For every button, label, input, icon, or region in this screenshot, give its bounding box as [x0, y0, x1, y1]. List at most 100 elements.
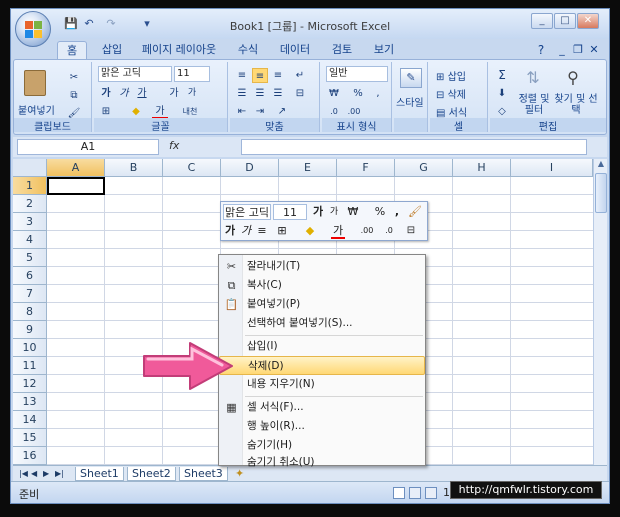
mini-comma-button[interactable]: ,: [391, 204, 403, 220]
increase-decimal-icon[interactable]: .0: [326, 104, 342, 119]
bold-button[interactable]: 가: [98, 86, 114, 101]
doc-close-button[interactable]: ✕: [587, 41, 601, 59]
sheet-nav-last[interactable]: ▶|: [51, 467, 68, 481]
close-button[interactable]: ✕: [577, 13, 599, 29]
cut-icon[interactable]: ✂: [66, 70, 82, 85]
mini-percent-button[interactable]: %: [373, 204, 387, 220]
page-layout-icon[interactable]: [409, 487, 421, 499]
clear-icon[interactable]: ◇: [494, 104, 510, 119]
font-name-combo[interactable]: 맑은 고딕: [98, 66, 172, 82]
selected-cell-a1[interactable]: [47, 177, 105, 195]
insert-sheet-icon[interactable]: ✦: [231, 467, 248, 481]
menu-item-paste[interactable]: 📋 붙여넣기(P): [219, 295, 425, 314]
format-cells-button[interactable]: ▤ 서식: [436, 104, 467, 119]
mini-fill-color-button[interactable]: ◆: [303, 223, 317, 239]
tab-insert[interactable]: 삽입: [97, 41, 127, 59]
align-bottom-icon[interactable]: ≡: [270, 68, 286, 83]
comma-button[interactable]: ,: [370, 86, 386, 101]
scroll-up-icon[interactable]: ▲: [595, 159, 607, 171]
mini-border-button[interactable]: ⊞: [275, 223, 289, 239]
fill-icon[interactable]: ⬇: [494, 86, 510, 101]
find-select-button[interactable]: 찾기 및 선택: [554, 94, 598, 116]
sort-filter-button[interactable]: 정렬 및 필터: [516, 94, 552, 116]
find-select-icon[interactable]: ⚲: [562, 68, 584, 90]
tab-review[interactable]: 검토: [327, 41, 357, 59]
styles-icon[interactable]: ✎: [400, 68, 422, 88]
mini-align-center-button[interactable]: ≡: [255, 223, 269, 239]
minimize-button[interactable]: _: [531, 13, 553, 29]
doc-minimize-button[interactable]: _: [555, 41, 569, 59]
menu-item-delete[interactable]: 삭제(D): [219, 356, 425, 375]
grow-font-button[interactable]: 가: [166, 86, 182, 101]
help-icon[interactable]: ?: [533, 41, 549, 59]
menu-item-insert[interactable]: 삽입(I): [219, 337, 425, 356]
delete-cells-button[interactable]: ⊟ 삭제: [436, 86, 466, 101]
sheet-tab-1[interactable]: Sheet1: [75, 467, 124, 481]
tab-data[interactable]: 데이터: [275, 41, 315, 59]
align-right-icon[interactable]: ☰: [270, 86, 286, 101]
wrap-text-icon[interactable]: ↵: [292, 68, 308, 83]
font-color-button[interactable]: 가: [152, 104, 168, 119]
paste-icon[interactable]: [24, 70, 46, 96]
tab-view[interactable]: 보기: [369, 41, 399, 59]
mini-increase-decimal-button[interactable]: .00: [357, 223, 377, 239]
mini-merge-icon[interactable]: ⊟: [401, 223, 421, 239]
number-format-combo[interactable]: 일반: [326, 66, 388, 82]
align-top-icon[interactable]: ≡: [234, 68, 250, 83]
formula-input[interactable]: [241, 139, 587, 155]
fill-color-button[interactable]: ◆: [128, 104, 144, 119]
decrease-decimal-icon[interactable]: .00: [346, 104, 362, 119]
indent-inc-icon[interactable]: ⇥: [252, 104, 268, 119]
mini-font-color-button[interactable]: 가: [331, 223, 345, 239]
currency-button[interactable]: ₩: [326, 86, 342, 101]
orientation-icon[interactable]: ↗: [274, 104, 290, 119]
align-middle-icon[interactable]: ≡: [252, 68, 268, 83]
mini-shrink-font-button[interactable]: 가: [327, 204, 341, 220]
mini-bold-button[interactable]: 가: [223, 223, 237, 239]
fx-icon[interactable]: fx: [169, 139, 235, 155]
menu-item-copy[interactable]: ⧉ 복사(C): [219, 276, 425, 295]
name-box[interactable]: A1: [17, 139, 159, 155]
mini-currency-button[interactable]: ₩: [345, 204, 361, 220]
italic-button[interactable]: 가: [116, 86, 132, 101]
menu-item-unhide[interactable]: 숨기기 취소(U): [219, 455, 425, 468]
font-size-combo[interactable]: 11: [174, 66, 210, 82]
mini-italic-button[interactable]: 가: [239, 223, 253, 239]
vertical-scrollbar[interactable]: ▲: [593, 159, 607, 465]
sheet-tab-2[interactable]: Sheet2: [127, 467, 176, 481]
office-button[interactable]: [15, 11, 51, 47]
menu-item-row-height[interactable]: 행 높이(R)...: [219, 417, 425, 436]
mini-font-size-combo[interactable]: 11: [273, 204, 307, 220]
mini-font-name-combo[interactable]: 맑은 고딕: [223, 204, 271, 220]
tab-formulas[interactable]: 수식: [233, 41, 263, 59]
autosum-button[interactable]: Σ: [494, 68, 510, 83]
menu-item-format-cells[interactable]: ▦ 셀 서식(F)...: [219, 398, 425, 417]
scroll-thumb[interactable]: [595, 173, 607, 213]
shrink-font-button[interactable]: 가: [184, 86, 200, 101]
borders-button[interactable]: ⊞: [98, 104, 114, 119]
restore-button[interactable]: □: [554, 13, 576, 29]
styles-button[interactable]: 스타일: [396, 94, 424, 109]
merge-icon[interactable]: ⊟: [292, 86, 308, 101]
paste-button[interactable]: 붙여넣기: [18, 102, 55, 117]
align-left-icon[interactable]: ☰: [234, 86, 250, 101]
align-center-icon[interactable]: ☰: [252, 86, 268, 101]
sheet-tab-3[interactable]: Sheet3: [179, 467, 228, 481]
mini-grow-font-button[interactable]: 가: [311, 204, 325, 220]
page-break-icon[interactable]: [425, 487, 437, 499]
insert-cells-button[interactable]: ⊞ 삽입: [436, 68, 466, 83]
normal-view-icon[interactable]: [393, 487, 405, 499]
indent-dec-icon[interactable]: ⇤: [234, 104, 250, 119]
tab-home[interactable]: 홈: [57, 41, 87, 59]
underline-button[interactable]: 가: [134, 86, 150, 101]
menu-item-clear-contents[interactable]: 내용 지우기(N): [219, 375, 425, 394]
percent-button[interactable]: %: [350, 86, 366, 101]
sort-filter-icon[interactable]: ⇅: [522, 68, 544, 90]
mini-decrease-decimal-button[interactable]: .0: [379, 223, 399, 239]
phonetic-button[interactable]: 내천: [180, 104, 200, 119]
tab-page-layout[interactable]: 페이지 레이아웃: [139, 41, 219, 59]
copy-icon[interactable]: ⧉: [66, 88, 82, 103]
menu-item-cut[interactable]: ✂ 잘라내기(T): [219, 257, 425, 276]
menu-item-paste-special[interactable]: 선택하여 붙여넣기(S)...: [219, 314, 425, 333]
mini-format-painter-icon[interactable]: 🖌: [407, 204, 423, 220]
